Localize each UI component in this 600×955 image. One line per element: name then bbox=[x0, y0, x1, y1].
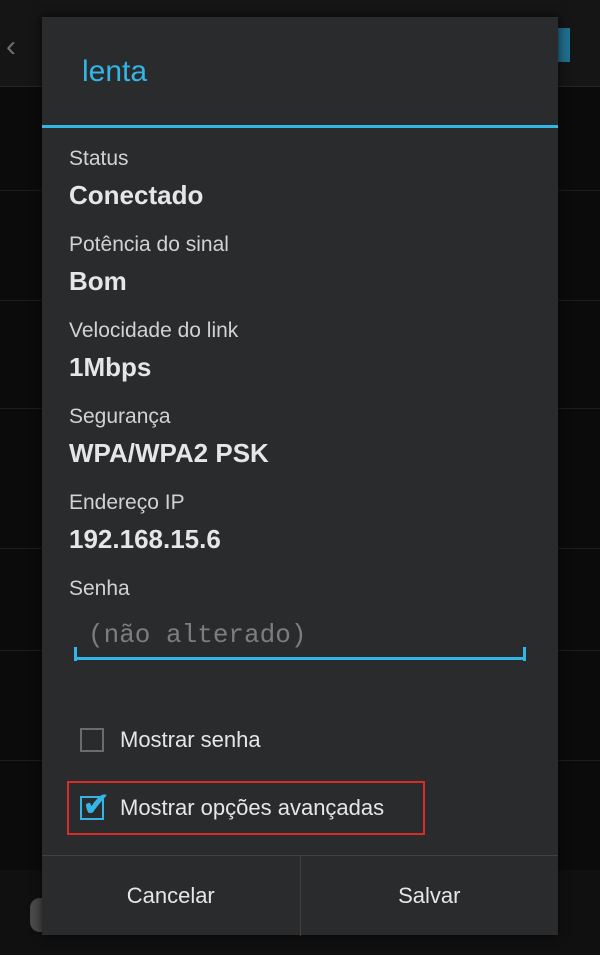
save-button[interactable]: Salvar bbox=[301, 856, 559, 936]
back-chevron-icon: ‹ bbox=[6, 30, 16, 63]
dialog-title: lenta bbox=[82, 55, 148, 88]
security-label: Segurança bbox=[69, 405, 171, 428]
password-input[interactable] bbox=[74, 612, 526, 660]
show-password-option[interactable]: Mostrar senha bbox=[80, 720, 261, 760]
wifi-network-dialog: lenta Status Conectado Potência do sinal… bbox=[42, 17, 558, 936]
status-label: Status bbox=[69, 147, 129, 170]
password-input-edge bbox=[74, 647, 77, 661]
status-value: Conectado bbox=[69, 180, 204, 210]
security-value: WPA/WPA2 PSK bbox=[69, 438, 269, 468]
password-input-edge bbox=[523, 647, 526, 661]
ip-address-value: 192.168.15.6 bbox=[69, 524, 221, 554]
link-speed-label: Velocidade do link bbox=[69, 319, 239, 342]
title-divider bbox=[42, 125, 558, 128]
password-label: Senha bbox=[69, 577, 130, 600]
signal-strength-label: Potência do sinal bbox=[69, 233, 229, 256]
link-speed-value: 1Mbps bbox=[69, 352, 152, 382]
ip-address-label: Endereço IP bbox=[69, 491, 185, 514]
dialog-button-bar: Cancelar Salvar bbox=[42, 855, 558, 936]
show-password-label: Mostrar senha bbox=[120, 727, 261, 752]
signal-strength-value: Bom bbox=[69, 266, 127, 296]
show-password-checkbox[interactable] bbox=[80, 728, 104, 752]
cancel-button[interactable]: Cancelar bbox=[42, 856, 300, 936]
highlight-annotation-box bbox=[67, 781, 425, 835]
